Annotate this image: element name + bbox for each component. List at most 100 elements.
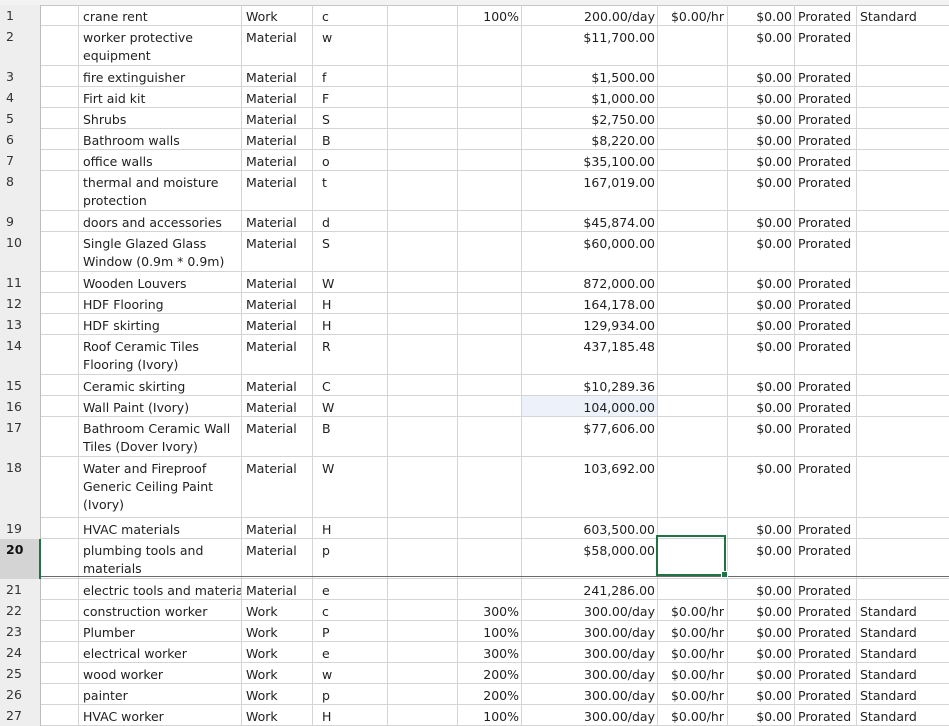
row-number[interactable]: 23 [0, 621, 41, 642]
base-calendar-cell[interactable] [857, 108, 949, 129]
table-row[interactable]: 19 HVAC materials Material H 603,500.00 $0.00… [0, 518, 949, 539]
base-calendar-cell[interactable] [857, 375, 949, 396]
ovt-rate-cell[interactable]: $0.00/hr [658, 600, 728, 621]
std-rate-cell[interactable]: $11,700.00 [522, 26, 658, 66]
resource-type-cell[interactable]: Material [242, 518, 313, 539]
resource-name-cell[interactable]: plumbing tools and materials [79, 539, 242, 579]
max-units-cell[interactable]: 300% [458, 642, 522, 663]
initials-cell[interactable]: B [313, 129, 388, 150]
max-units-cell[interactable] [458, 272, 522, 293]
row-number[interactable]: 10 [0, 232, 41, 272]
initials-cell[interactable]: e [313, 579, 388, 600]
cost-per-use-cell[interactable]: $0.00 [728, 457, 795, 518]
std-rate-cell[interactable]: 200.00/day [522, 5, 658, 26]
accrue-at-cell[interactable]: Prorated [795, 171, 857, 211]
row-number[interactable]: 2 [0, 26, 41, 66]
accrue-at-cell[interactable]: Prorated [795, 5, 857, 26]
table-row[interactable]: 11 Wooden Louvers Material W 872,000.00 $0.00… [0, 272, 949, 293]
initials-cell[interactable]: S [313, 108, 388, 129]
resource-type-cell[interactable]: Material [242, 150, 313, 171]
base-calendar-cell[interactable] [857, 396, 949, 417]
initials-cell[interactable]: w [313, 26, 388, 66]
resource-type-cell[interactable]: Work [242, 5, 313, 26]
base-calendar-cell[interactable] [857, 518, 949, 539]
ovt-rate-cell[interactable] [658, 211, 728, 232]
base-calendar-cell[interactable] [857, 171, 949, 211]
indicator-cell[interactable] [41, 457, 79, 518]
group-cell[interactable] [388, 272, 458, 293]
group-cell[interactable] [388, 26, 458, 66]
indicator-cell[interactable] [41, 171, 79, 211]
resource-type-cell[interactable]: Material [242, 457, 313, 518]
row-number[interactable]: 27 [0, 705, 41, 726]
max-units-cell[interactable]: 200% [458, 663, 522, 684]
resource-type-cell[interactable]: Material [242, 396, 313, 417]
cost-per-use-cell[interactable]: $0.00 [728, 705, 795, 726]
table-row[interactable]: 16 Wall Paint (Ivory) Material W 104,000.00 $… [0, 396, 949, 417]
ovt-rate-cell[interactable] [658, 171, 728, 211]
group-cell[interactable] [388, 642, 458, 663]
std-rate-cell[interactable]: $1,500.00 [522, 66, 658, 87]
initials-cell[interactable]: w [313, 663, 388, 684]
indicator-cell[interactable] [41, 314, 79, 335]
indicator-cell[interactable] [41, 108, 79, 129]
accrue-at-cell[interactable]: Prorated [795, 87, 857, 108]
max-units-cell[interactable] [458, 293, 522, 314]
resource-type-cell[interactable]: Work [242, 600, 313, 621]
resource-name-cell[interactable]: fire extinguisher [79, 66, 242, 87]
cost-per-use-cell[interactable]: $0.00 [728, 417, 795, 457]
resource-name-cell[interactable]: Bathroom Ceramic Wall Tiles (Dover Ivory… [79, 417, 242, 457]
initials-cell[interactable]: P [313, 621, 388, 642]
indicator-cell[interactable] [41, 293, 79, 314]
base-calendar-cell[interactable] [857, 539, 949, 579]
resource-name-cell[interactable]: Firt aid kit [79, 87, 242, 108]
group-cell[interactable] [388, 108, 458, 129]
std-rate-cell[interactable]: $10,289.36 [522, 375, 658, 396]
cost-per-use-cell[interactable]: $0.00 [728, 211, 795, 232]
ovt-rate-cell[interactable] [658, 232, 728, 272]
group-cell[interactable] [388, 621, 458, 642]
accrue-at-cell[interactable]: Prorated [795, 396, 857, 417]
row-number[interactable]: 8 [0, 171, 41, 211]
accrue-at-cell[interactable]: Prorated [795, 211, 857, 232]
accrue-at-cell[interactable]: Prorated [795, 579, 857, 600]
row-number[interactable]: 16 [0, 396, 41, 417]
cost-per-use-cell[interactable]: $0.00 [728, 66, 795, 87]
cost-per-use-cell[interactable]: $0.00 [728, 272, 795, 293]
accrue-at-cell[interactable]: Prorated [795, 621, 857, 642]
table-row[interactable]: 7 office walls Material o $35,100.00 $0.00 Pro… [0, 150, 949, 171]
group-cell[interactable] [388, 396, 458, 417]
resource-type-cell[interactable]: Material [242, 87, 313, 108]
resource-type-cell[interactable]: Material [242, 66, 313, 87]
table-row[interactable]: 23 Plumber Work P 100% 300.00/day $0.00/hr $0.0… [0, 621, 949, 642]
indicator-cell[interactable] [41, 579, 79, 600]
cost-per-use-cell[interactable]: $0.00 [728, 87, 795, 108]
resource-name-cell[interactable]: electrical worker [79, 642, 242, 663]
initials-cell[interactable]: e [313, 642, 388, 663]
table-row[interactable]: 6 Bathroom walls Material B $8,220.00 $0.00 Pr… [0, 129, 949, 150]
ovt-rate-cell[interactable] [658, 272, 728, 293]
row-number[interactable]: 20 [0, 539, 41, 579]
resource-name-cell[interactable]: painter [79, 684, 242, 705]
max-units-cell[interactable] [458, 335, 522, 375]
group-cell[interactable] [388, 457, 458, 518]
resource-name-cell[interactable]: Wall Paint (Ivory) [79, 396, 242, 417]
initials-cell[interactable]: H [313, 293, 388, 314]
cost-per-use-cell[interactable]: $0.00 [728, 600, 795, 621]
resource-name-cell[interactable]: Single Glazed Glass Window (0.9m * 0.9m) [79, 232, 242, 272]
base-calendar-cell[interactable] [857, 232, 949, 272]
max-units-cell[interactable] [458, 66, 522, 87]
accrue-at-cell[interactable]: Prorated [795, 232, 857, 272]
indicator-cell[interactable] [41, 5, 79, 26]
group-cell[interactable] [388, 335, 458, 375]
max-units-cell[interactable] [458, 375, 522, 396]
table-row[interactable]: 14 Roof Ceramic Tiles Flooring (Ivory) Mat… [0, 335, 949, 375]
indicator-cell[interactable] [41, 211, 79, 232]
ovt-rate-cell[interactable] [658, 396, 728, 417]
initials-cell[interactable]: H [313, 705, 388, 726]
ovt-rate-cell[interactable]: $0.00/hr [658, 684, 728, 705]
indicator-cell[interactable] [41, 129, 79, 150]
ovt-rate-cell[interactable] [658, 66, 728, 87]
resource-type-cell[interactable]: Work [242, 621, 313, 642]
accrue-at-cell[interactable]: Prorated [795, 518, 857, 539]
